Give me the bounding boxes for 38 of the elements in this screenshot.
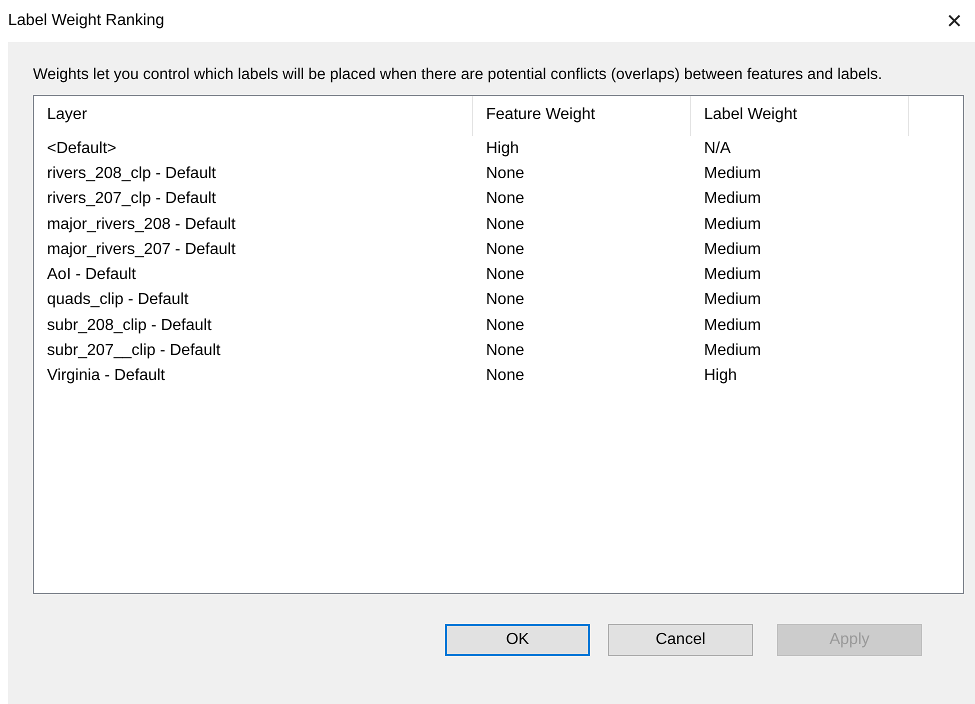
- table-cell-text: subr_207__clip - Default: [46, 342, 222, 360]
- table-cell-text: None: [485, 367, 526, 386]
- table-cell-text: None: [485, 316, 526, 335]
- table-cell-text: Medium: [703, 342, 762, 360]
- table-cell-text: N/A: [703, 140, 732, 158]
- table-cell-text: Medium: [703, 164, 762, 183]
- table-cell-text: major_rivers_208 - Default: [46, 216, 237, 234]
- table-cell-text: Medium: [703, 291, 762, 310]
- table-cell-text: rivers_208_clp - Default: [46, 164, 217, 183]
- column-header[interactable]: Label Weight: [691, 96, 909, 136]
- table-cell-text: None: [485, 164, 526, 183]
- table-cell-text: None: [485, 190, 526, 208]
- table-cell-text: <Default>: [46, 140, 118, 158]
- table-cell-text: None: [485, 291, 526, 310]
- table-cell-text: Medium: [703, 316, 762, 335]
- description-text: Weights let you control which labels will be placed when there are potential conflicts (overlaps) between features and labels.: [33, 66, 884, 83]
- table-cell-text: High: [703, 367, 738, 386]
- table-cell-text: None: [485, 216, 526, 234]
- table-cell-text: None: [485, 266, 526, 284]
- cancel-button[interactable]: Cancel: [608, 624, 753, 656]
- table-cell-text: Medium: [703, 266, 762, 284]
- table-cell-text: AoI - Default: [46, 266, 137, 284]
- column-header[interactable]: Layer: [34, 96, 473, 136]
- table-cell-text: Medium: [703, 190, 762, 208]
- window-title: Label Weight Ranking: [8, 12, 164, 30]
- close-icon[interactable]: ✕: [942, 8, 967, 34]
- table-cell-text: Virginia - Default: [46, 367, 166, 386]
- table-cell-text: Medium: [703, 216, 762, 234]
- ok-button[interactable]: OK: [445, 624, 590, 656]
- column-header[interactable]: Feature Weight: [473, 96, 691, 136]
- table-cell-text: None: [485, 240, 526, 259]
- table-cell-text: None: [485, 342, 526, 360]
- table-cell-text: rivers_207_clp - Default: [46, 190, 217, 208]
- table-cell-text: subr_208_clip - Default: [46, 316, 213, 335]
- table-cell-text: quads_clip - Default: [46, 291, 190, 310]
- table-cell-text: major_rivers_207 - Default: [46, 240, 237, 259]
- table-cell-text: Medium: [703, 240, 762, 259]
- table-cell-text: High: [485, 140, 520, 158]
